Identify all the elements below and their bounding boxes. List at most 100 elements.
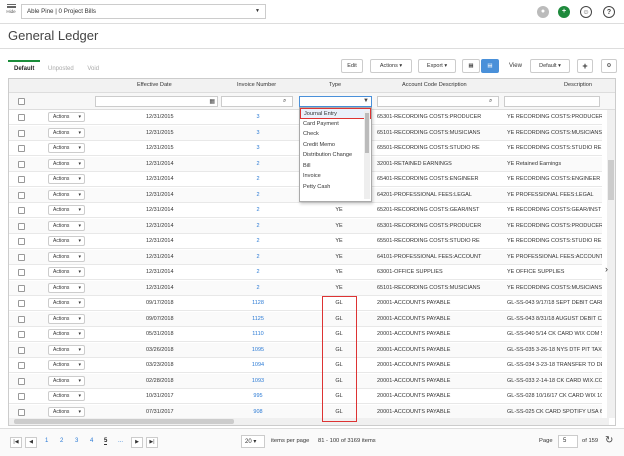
row-checkbox[interactable] xyxy=(18,393,25,400)
col-effective-date[interactable]: Effective Date xyxy=(137,82,172,88)
user-status-icon[interactable]: ● xyxy=(537,6,549,18)
table-row[interactable]: Actions03/26/20181095GL20001-ACCOUNTS PA… xyxy=(9,342,602,358)
row-checkbox[interactable] xyxy=(18,362,25,369)
help-icon[interactable]: ? xyxy=(603,6,615,18)
dropdown-option[interactable]: Credit Memo xyxy=(300,140,371,151)
row-actions-button[interactable]: Actions xyxy=(48,220,85,231)
col-description[interactable]: Description xyxy=(564,82,592,88)
row-actions-button[interactable]: Actions xyxy=(48,174,85,184)
tab-void[interactable]: Void xyxy=(81,62,105,76)
add-button[interactable]: + xyxy=(577,59,593,73)
actions-menu-button[interactable]: Actions ▾ xyxy=(370,59,412,73)
page-link-more[interactable]: ... xyxy=(118,438,123,444)
row-checkbox[interactable] xyxy=(18,408,25,416)
cell-invoice-number[interactable]: 908 xyxy=(233,409,283,415)
table-row[interactable]: Actions03/23/20181094GL20001-ACCOUNTS PA… xyxy=(9,358,602,373)
page-number-input[interactable]: 5 xyxy=(558,435,578,448)
dropdown-option[interactable]: Card Payment xyxy=(300,119,371,130)
cell-invoice-number[interactable]: 2 xyxy=(233,238,283,244)
cell-invoice-number[interactable]: 2 xyxy=(233,207,283,213)
row-actions-button[interactable]: Actions xyxy=(48,127,85,138)
select-all-checkbox[interactable] xyxy=(18,98,25,105)
row-actions-button[interactable]: Actions xyxy=(48,298,85,308)
table-row[interactable]: Actions10/31/2017995GL20001-ACCOUNTS PAY… xyxy=(9,389,602,404)
row-checkbox[interactable] xyxy=(18,145,25,152)
row-checkbox[interactable] xyxy=(18,377,25,385)
scroll-thumb[interactable] xyxy=(608,160,614,200)
cell-invoice-number[interactable]: 1110 xyxy=(233,331,283,337)
cell-invoice-number[interactable]: 3 xyxy=(233,114,283,120)
add-circle-icon[interactable]: + xyxy=(558,6,570,18)
table-row[interactable]: Actions 12/31/2014 2 YE 64101-PROFESSIONAL F… xyxy=(9,249,602,265)
last-page-button[interactable]: ▶| xyxy=(146,437,158,448)
cell-invoice-number[interactable]: 2 xyxy=(233,269,283,275)
refresh-icon[interactable]: ↻ xyxy=(605,435,613,446)
dropdown-option[interactable]: Distribution Change xyxy=(300,150,371,161)
table-row[interactable]: Actions 12/31/2014 2 YE 63001-OFFICE SUPPLIE… xyxy=(9,265,602,280)
table-row[interactable]: Actions 12/31/2014 2 YE 65101-RECORDING COST… xyxy=(9,280,602,296)
page-size-select[interactable]: 20 ▾ xyxy=(241,435,265,448)
cell-invoice-number[interactable]: 995 xyxy=(233,393,283,399)
cell-invoice-number[interactable]: 1125 xyxy=(233,316,283,322)
settings-gear-icon[interactable]: ⚙ xyxy=(601,59,617,73)
row-actions-button[interactable]: Actions xyxy=(48,344,85,355)
row-checkbox[interactable] xyxy=(18,269,25,276)
vertical-scrollbar[interactable] xyxy=(607,110,615,418)
row-actions-button[interactable]: Actions xyxy=(48,282,85,293)
row-actions-button[interactable]: Actions xyxy=(48,406,85,417)
row-actions-button[interactable]: Actions xyxy=(48,313,85,324)
page-link[interactable]: 1 xyxy=(45,438,48,444)
cell-invoice-number[interactable]: 2 xyxy=(233,192,283,198)
dropdown-scrollbar[interactable] xyxy=(364,111,370,199)
dropdown-option[interactable]: Check xyxy=(300,129,371,140)
list-view-button[interactable]: ▤ xyxy=(481,59,499,73)
page-link[interactable]: 2 xyxy=(60,438,63,444)
row-checkbox[interactable] xyxy=(18,315,25,323)
row-checkbox[interactable] xyxy=(18,191,25,199)
prev-page-button[interactable]: ◀ xyxy=(25,437,37,448)
row-checkbox[interactable] xyxy=(18,114,25,121)
row-actions-button[interactable]: Actions xyxy=(48,143,85,153)
row-actions-button[interactable]: Actions xyxy=(48,236,85,246)
next-page-button[interactable]: ▶ xyxy=(131,437,143,448)
row-actions-button[interactable]: Actions xyxy=(48,251,85,262)
grid-view-button[interactable]: ▦ xyxy=(462,59,480,73)
account-filter-input[interactable] xyxy=(377,96,499,107)
cell-invoice-number[interactable]: 1094 xyxy=(233,362,283,368)
description-filter-input[interactable] xyxy=(504,96,600,107)
page-link[interactable]: 3 xyxy=(75,438,78,444)
type-filter-select[interactable]: ▼ xyxy=(299,96,372,107)
row-checkbox[interactable] xyxy=(18,222,25,230)
view-select[interactable]: Default ▾ xyxy=(530,59,570,73)
page-link[interactable]: 4 xyxy=(90,438,93,444)
row-actions-button[interactable]: Actions xyxy=(48,112,85,122)
table-row[interactable]: Actions 12/31/2014 2 YE 65501-RECORDING COST… xyxy=(9,234,602,249)
dropdown-option[interactable]: Petty Cash xyxy=(300,182,371,193)
col-type[interactable]: Type xyxy=(329,82,341,88)
dropdown-option[interactable]: Journal Entry xyxy=(300,108,371,119)
cell-invoice-number[interactable]: 2 xyxy=(233,254,283,260)
cell-invoice-number[interactable]: 2 xyxy=(233,161,283,167)
row-checkbox[interactable] xyxy=(18,160,25,168)
page-link-current[interactable]: 5 xyxy=(104,438,108,445)
row-checkbox[interactable] xyxy=(18,346,25,354)
profile-icon[interactable]: ☺ xyxy=(580,6,592,18)
table-row[interactable]: Actions02/28/20181093GL20001-ACCOUNTS PA… xyxy=(9,373,602,389)
table-row[interactable]: Actions 12/31/2014 2 YE 65201-RECORDING COST… xyxy=(9,203,602,218)
search-icon[interactable]: ⌕ xyxy=(489,98,492,105)
dropdown-option[interactable]: Invoice xyxy=(300,171,371,182)
col-invoice-number[interactable]: Invoice Number xyxy=(237,82,276,88)
table-row[interactable]: Actions05/31/20181110GL20001-ACCOUNTS PA… xyxy=(9,327,602,342)
col-account-code[interactable]: Account Code Description xyxy=(402,82,467,88)
row-actions-button[interactable]: Actions xyxy=(48,158,85,169)
search-icon[interactable]: ⌕ xyxy=(283,98,286,105)
scroll-thumb[interactable] xyxy=(14,419,234,424)
date-filter-input[interactable]: ▦ xyxy=(95,96,218,107)
table-row[interactable]: Actions09/17/20181128GL20001-ACCOUNTS PA… xyxy=(9,296,602,311)
hide-sidebar-button[interactable]: Hide xyxy=(5,4,17,14)
edit-button[interactable]: Edit xyxy=(341,59,363,73)
table-row[interactable]: Actions09/07/20181125GL20001-ACCOUNTS PA… xyxy=(9,311,602,327)
row-actions-button[interactable]: Actions xyxy=(48,205,85,215)
row-actions-button[interactable]: Actions xyxy=(48,391,85,401)
row-checkbox[interactable] xyxy=(18,253,25,261)
